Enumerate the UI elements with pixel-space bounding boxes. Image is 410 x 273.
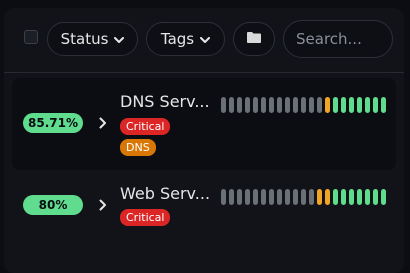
folder-button[interactable]: [233, 22, 275, 56]
search-input[interactable]: [283, 20, 393, 58]
heartbeat-empty: [269, 97, 274, 113]
heartbeat-up: [341, 189, 346, 205]
monitor-row[interactable]: 80% Web Serv... Critical: [12, 178, 396, 242]
heartbeat-empty: [285, 97, 290, 113]
heartbeat-empty: [277, 189, 282, 205]
heartbeat-pending: [325, 97, 330, 113]
tag-critical: Critical: [120, 209, 171, 226]
heartbeat-up: [381, 97, 386, 113]
tag-critical: Critical: [120, 118, 171, 135]
heartbeat-up: [349, 189, 354, 205]
heartbeat-up: [341, 97, 346, 113]
chevron-down-icon: [114, 30, 125, 48]
heartbeat-bar: [221, 189, 386, 205]
heartbeat-empty: [245, 97, 250, 113]
heartbeat-empty: [221, 97, 226, 113]
select-all-checkbox[interactable]: [24, 30, 38, 44]
heartbeat-up: [357, 97, 362, 113]
heartbeat-up: [349, 97, 354, 113]
monitor-name[interactable]: Web Serv...: [120, 184, 210, 203]
chevron-down-icon: [200, 30, 211, 48]
heartbeat-empty: [293, 97, 298, 113]
heartbeat-up: [373, 97, 378, 113]
monitor-list-panel: Status Tags 85.71% DNS Serv... Critical …: [4, 8, 404, 273]
heartbeat-up: [381, 189, 386, 205]
heartbeat-empty: [277, 97, 282, 113]
heartbeat-empty: [237, 97, 242, 113]
heartbeat-empty: [245, 189, 250, 205]
heartbeat-empty: [269, 189, 274, 205]
heartbeat-empty: [301, 189, 306, 205]
heartbeat-empty: [301, 97, 306, 113]
heartbeat-up: [365, 97, 370, 113]
monitor-name[interactable]: DNS Serv...: [120, 92, 210, 111]
heartbeat-empty: [237, 189, 242, 205]
heartbeat-empty: [293, 189, 298, 205]
heartbeat-empty: [221, 189, 226, 205]
heartbeat-pending: [325, 189, 330, 205]
heartbeat-up: [373, 189, 378, 205]
heartbeat-up: [333, 97, 338, 113]
tag-dns: DNS: [120, 139, 156, 156]
heartbeat-empty: [253, 189, 258, 205]
uptime-badge: 80%: [23, 195, 83, 215]
heartbeat-up: [333, 189, 338, 205]
status-filter-label: Status: [60, 30, 109, 48]
heartbeat-empty: [229, 189, 234, 205]
heartbeat-up: [365, 189, 370, 205]
folder-icon: [246, 30, 262, 48]
heartbeat-pending: [317, 189, 322, 205]
monitor-row[interactable]: 85.71% DNS Serv... Critical DNS: [12, 78, 396, 170]
heartbeat-empty: [309, 189, 314, 205]
heartbeat-empty: [317, 97, 322, 113]
status-filter-button[interactable]: Status: [47, 22, 138, 56]
tags-filter-label: Tags: [160, 30, 195, 48]
heartbeat-empty: [253, 97, 258, 113]
toolbar: Status Tags: [4, 8, 404, 73]
heartbeat-empty: [309, 97, 314, 113]
heartbeat-empty: [261, 97, 266, 113]
chevron-right-icon[interactable]: [96, 195, 110, 215]
heartbeat-up: [357, 189, 362, 205]
uptime-badge: 85.71%: [23, 113, 83, 133]
heartbeat-empty: [229, 97, 234, 113]
heartbeat-bar: [221, 97, 386, 113]
tags-filter-button[interactable]: Tags: [146, 22, 225, 56]
heartbeat-empty: [285, 189, 290, 205]
chevron-right-icon[interactable]: [96, 113, 110, 133]
heartbeat-empty: [261, 189, 266, 205]
